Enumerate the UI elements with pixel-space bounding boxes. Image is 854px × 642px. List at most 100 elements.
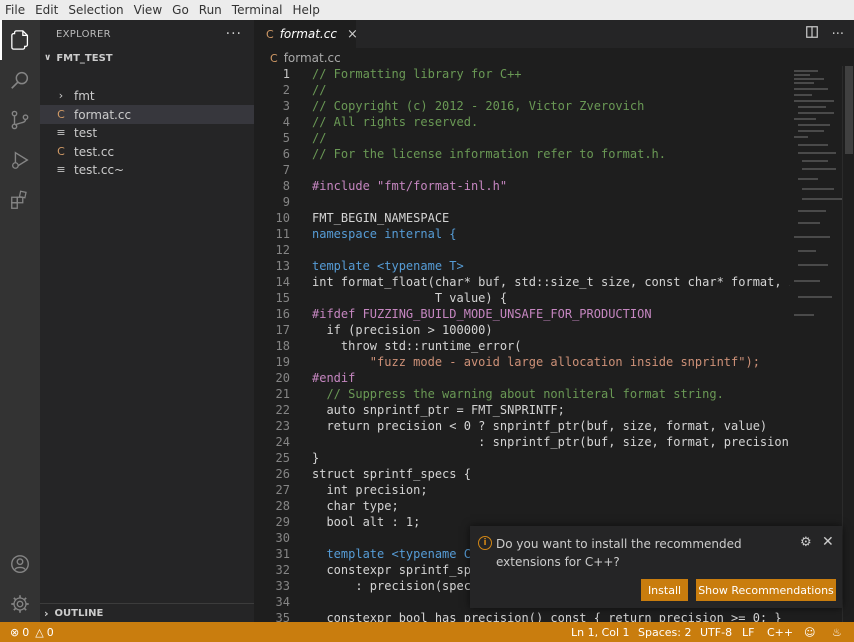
code-line: 18 throw std::runtime_error( <box>254 338 790 354</box>
code-line: 27 int precision; <box>254 482 790 498</box>
chevron-down-icon: ∨ <box>44 53 52 63</box>
cpp-file-icon: C <box>270 51 278 65</box>
more-actions-icon[interactable]: ··· <box>226 26 242 42</box>
code-text: // All rights reserved. <box>312 115 479 129</box>
menu-file[interactable]: File <box>0 0 30 20</box>
code-text: // Formatting library for C++ <box>312 67 522 81</box>
code-line: 6 // For the license information refer to… <box>254 146 790 162</box>
menu-go[interactable]: Go <box>167 0 194 20</box>
code-text: namespace internal { <box>312 227 457 241</box>
code-line: 5 // <box>254 130 790 146</box>
line-number: 2 <box>282 83 290 97</box>
code-line: 1 // Formatting library for C++ <box>254 66 790 82</box>
outline-section[interactable]: › OUTLINE <box>40 603 254 622</box>
line-number: 28 <box>275 499 290 513</box>
tree-item-test-cc[interactable]: C test.cc <box>40 142 254 161</box>
minimap-line <box>798 210 826 212</box>
code-text: : precision(specs <box>312 579 479 593</box>
line-number: 21 <box>275 387 290 401</box>
minimap-line <box>794 74 810 76</box>
code-text: // <box>312 83 327 97</box>
code-line: 2 // <box>254 82 790 98</box>
editor-actions: ··· <box>805 20 844 48</box>
line-number: 20 <box>275 371 290 385</box>
feedback-icon[interactable]: ☺ <box>804 622 815 642</box>
text-file-icon: ≡ <box>56 126 66 139</box>
encoding[interactable]: UTF-8 <box>700 622 732 642</box>
search-icon[interactable] <box>0 60 40 100</box>
code-text: bool alt : 1; <box>312 515 421 529</box>
workspace-folder[interactable]: ∨ FMT_TEST <box>40 48 254 68</box>
line-number: 6 <box>282 147 290 161</box>
tree-item-format-cc[interactable]: C format.cc <box>40 105 254 124</box>
minimap-line <box>794 236 830 238</box>
install-button[interactable]: Install <box>641 579 688 601</box>
end-of-line[interactable]: LF <box>742 622 754 642</box>
minimap-line <box>802 188 834 190</box>
code-text: if (precision > 100000) <box>312 323 493 337</box>
tab-bar: C format.cc × ··· <box>254 20 854 48</box>
line-number: 11 <box>275 227 290 241</box>
tree-item-label: format.cc <box>74 107 132 122</box>
line-number: 22 <box>275 403 290 417</box>
line-number: 33 <box>275 579 290 593</box>
code-line: 14 int format_float(char* buf, std::size_… <box>254 274 790 290</box>
tree-item-test-cc-backup[interactable]: ≡ test.cc~ <box>40 160 254 179</box>
code-line: 15 T value) { <box>254 290 790 306</box>
notifications-bell-icon[interactable]: ♨ <box>832 622 842 642</box>
show-recommendations-button[interactable]: Show Recommendations <box>696 579 836 601</box>
language-mode[interactable]: C++ <box>767 622 793 642</box>
code-text: // For the license information refer to … <box>312 147 667 161</box>
breadcrumb-label: format.cc <box>283 51 341 65</box>
line-number: 7 <box>282 163 290 177</box>
menu-bar: File Edit Selection View Go Run Terminal… <box>0 0 854 20</box>
menu-edit[interactable]: Edit <box>30 0 63 20</box>
indentation-setting[interactable]: Spaces: 2 <box>638 622 691 642</box>
error-count: 0 <box>22 625 30 639</box>
code-text: template <typename T> <box>312 259 464 273</box>
breadcrumb[interactable]: C format.cc <box>254 48 854 68</box>
notification-message: Do you want to install the recommended e… <box>496 537 742 569</box>
menu-view[interactable]: View <box>129 0 167 20</box>
line-number: 27 <box>275 483 290 497</box>
tab-format-cc[interactable]: C format.cc × <box>254 20 358 48</box>
text-file-icon: ≡ <box>56 163 66 176</box>
info-icon: i <box>478 536 492 550</box>
explorer-title: EXPLORER <box>56 28 111 40</box>
more-actions-icon[interactable]: ··· <box>832 27 844 42</box>
code-text: "fuzz mode - avoid large allocation insi… <box>312 355 760 369</box>
close-icon[interactable]: ✕ <box>822 534 834 550</box>
explorer-sidebar: EXPLORER ··· ∨ FMT_TEST › fmt C format.c… <box>40 20 254 622</box>
cursor-position[interactable]: Ln 1, Col 1 <box>571 622 630 642</box>
code-text: constexpr sprintf_spe <box>312 563 479 577</box>
source-control-icon[interactable] <box>0 100 40 140</box>
vertical-scrollbar[interactable] <box>842 66 854 622</box>
line-number: 5 <box>282 131 290 145</box>
explorer-icon[interactable] <box>0 20 40 60</box>
tree-item-fmt[interactable]: › fmt <box>40 86 254 105</box>
extensions-icon[interactable] <box>0 180 40 220</box>
line-number: 25 <box>275 451 290 465</box>
account-icon[interactable] <box>0 544 40 584</box>
close-icon[interactable]: × <box>347 27 358 42</box>
menu-run[interactable]: Run <box>194 0 227 20</box>
menu-terminal[interactable]: Terminal <box>227 0 288 20</box>
outline-label: OUTLINE <box>54 607 104 619</box>
menu-selection[interactable]: Selection <box>63 0 128 20</box>
scrollbar-thumb[interactable] <box>845 66 853 154</box>
split-editor-icon[interactable] <box>805 26 818 42</box>
settings-gear-icon[interactable] <box>0 584 40 624</box>
gear-icon[interactable]: ⚙ <box>800 535 812 550</box>
tree-item-test[interactable]: ≡ test <box>40 123 254 142</box>
code-line: 28 char type; <box>254 498 790 514</box>
menu-help[interactable]: Help <box>288 0 325 20</box>
code-text: throw std::runtime_error( <box>312 339 522 353</box>
code-text: int format_float(char* buf, std::size_t … <box>312 275 790 289</box>
minimap-line <box>794 78 824 80</box>
code-line: 21 // Suppress the warning about nonlite… <box>254 386 790 402</box>
code-line: 17 if (precision > 100000) <box>254 322 790 338</box>
extension-recommendation-notification: i Do you want to install the recommended… <box>470 526 842 608</box>
explorer-header: EXPLORER ··· <box>40 20 254 48</box>
problems-indicator[interactable]: ⊗ 0 △ 0 <box>10 622 54 642</box>
run-debug-icon[interactable] <box>0 140 40 180</box>
